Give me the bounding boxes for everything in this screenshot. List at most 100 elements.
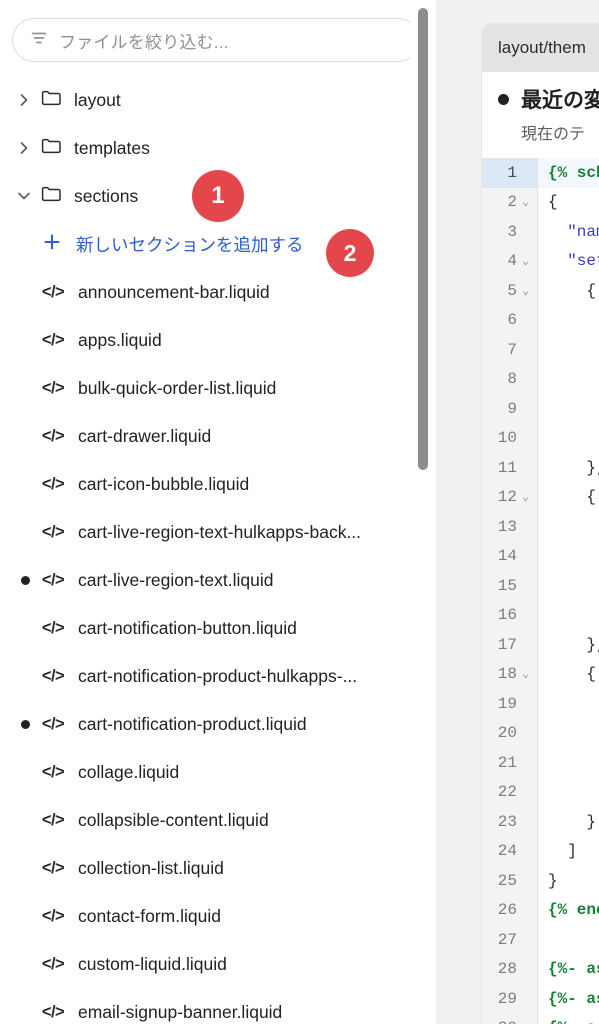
tree-file-item[interactable]: </> announcement-bar.liquid: [0, 268, 436, 316]
editor-card: layout/them 最近の変 現在のテ 1⌄2⌄ 3⌄ 4⌄5⌄ 6⌄ 7⌄ 8⌄ 9⌄…: [482, 24, 599, 1024]
fold-chevron-icon[interactable]: ⌄: [520, 490, 531, 504]
unsaved-changes-dot-icon: [498, 93, 509, 105]
code-line[interactable]: [538, 542, 599, 572]
file-name: cart-notification-button.liquid: [78, 617, 297, 638]
fold-chevron-icon[interactable]: ⌄: [520, 284, 531, 298]
line-number: 5 ⌄: [482, 276, 537, 306]
line-number: 25⌄: [497, 871, 517, 890]
code-file-icon: </>: [41, 282, 65, 301]
line-number: 17⌄: [497, 635, 517, 654]
fold-chevron-icon[interactable]: ⌄: [520, 667, 531, 681]
modified-indicator: [14, 857, 36, 879]
chevron-right-icon[interactable]: [14, 138, 34, 158]
explorer-scrollbar-thumb[interactable]: [418, 8, 428, 470]
code-editor[interactable]: 1⌄2⌄ 3⌄ 4⌄5⌄ 6⌄ 7⌄ 8⌄ 9⌄ 10⌄ 11⌄ 12⌄ 13⌄ 14⌄ 15⌄ 16⌄ 1…: [482, 158, 599, 1024]
code-line[interactable]: {%- as: [538, 955, 599, 985]
code-line[interactable]: [538, 925, 599, 955]
file-name: cart-live-region-text.liquid: [78, 569, 274, 590]
modified-indicator: [14, 425, 36, 447]
modified-indicator: [14, 1001, 36, 1023]
chevron-down-icon[interactable]: [14, 186, 34, 206]
tree-file-item[interactable]: </> apps.liquid: [0, 316, 436, 364]
code-content[interactable]: {% sch{ "nam "set { }, { }, { } ]}{% enc…: [538, 158, 599, 1024]
tree-file-item[interactable]: </> cart-drawer.liquid: [0, 412, 436, 460]
code-line[interactable]: }: [538, 807, 599, 837]
code-line[interactable]: {%- as: [538, 1014, 599, 1024]
code-file-icon: </>: [41, 810, 65, 829]
code-line[interactable]: ]: [538, 837, 599, 867]
tree-file-item[interactable]: </> collapsible-content.liquid: [0, 796, 436, 844]
code-line[interactable]: {: [538, 483, 599, 513]
file-name: cart-drawer.liquid: [78, 425, 212, 446]
line-number: 12 ⌄: [482, 483, 537, 513]
tree-file-item[interactable]: </> cart-icon-bubble.liquid: [0, 460, 436, 508]
code-line[interactable]: [538, 512, 599, 542]
code-line[interactable]: [538, 424, 599, 454]
code-line[interactable]: [538, 365, 599, 395]
code-file-icon: </>: [41, 714, 65, 733]
pane-divider[interactable]: [436, 0, 460, 1024]
tree-file-item[interactable]: </> cart-notification-product-hulkapps-..…: [0, 652, 436, 700]
tab-layout-theme[interactable]: layout/them: [482, 24, 599, 72]
code-line[interactable]: [538, 778, 599, 808]
code-file-icon: </>: [41, 1002, 65, 1021]
filter-icon: [29, 28, 49, 53]
code-line[interactable]: {% sch: [538, 158, 599, 188]
line-number: 10⌄: [497, 429, 517, 448]
code-line[interactable]: }: [538, 866, 599, 896]
code-file-icon: </>: [41, 666, 65, 685]
code-line[interactable]: {: [538, 188, 599, 218]
code-line[interactable]: [538, 689, 599, 719]
code-line[interactable]: [538, 394, 599, 424]
code-line[interactable]: {% enc: [538, 896, 599, 926]
code-line[interactable]: {%- as: [538, 984, 599, 1014]
tree-file-item[interactable]: </> custom-liquid.liquid: [0, 940, 436, 988]
code-line[interactable]: [538, 601, 599, 631]
code-line[interactable]: [538, 306, 599, 336]
line-number: 19⌄: [497, 694, 517, 713]
editor-header: 最近の変 現在のテ: [482, 72, 599, 158]
tree-file-item[interactable]: </> cart-notification-product.liquid: [0, 700, 436, 748]
line-number: 20⌄: [497, 724, 517, 743]
tree-file-item[interactable]: </> cart-live-region-text.liquid: [0, 556, 436, 604]
tree-file-item[interactable]: </> email-signup-banner.liquid: [0, 988, 436, 1024]
file-name: bulk-quick-order-list.liquid: [78, 377, 277, 398]
line-number: 6⌄: [507, 311, 517, 330]
line-number-gutter[interactable]: 1⌄2⌄ 3⌄ 4⌄5⌄ 6⌄ 7⌄ 8⌄ 9⌄ 10⌄ 11⌄ 12⌄ 13⌄ 14⌄ 15⌄ 16⌄ 1…: [482, 158, 538, 1024]
code-line[interactable]: [538, 571, 599, 601]
line-number: 24⌄: [497, 842, 517, 861]
code-file-icon: </>: [41, 906, 65, 925]
code-line[interactable]: {: [538, 660, 599, 690]
modified-indicator: [14, 713, 36, 735]
fold-chevron-icon[interactable]: ⌄: [520, 195, 531, 209]
tree-file-item[interactable]: </> collage.liquid: [0, 748, 436, 796]
fold-chevron-icon[interactable]: ⌄: [520, 254, 531, 268]
line-number: 13⌄: [497, 517, 517, 536]
modified-indicator: [14, 473, 36, 495]
filter-placeholder: ファイルを絞り込む...: [59, 32, 229, 52]
tree-file-item[interactable]: </> cart-notification-button.liquid: [0, 604, 436, 652]
code-line[interactable]: [538, 748, 599, 778]
code-line[interactable]: },: [538, 453, 599, 483]
explorer-scrollbar-track[interactable]: [410, 0, 436, 1024]
tree-file-item[interactable]: </> bulk-quick-order-list.liquid: [0, 364, 436, 412]
chevron-right-icon[interactable]: [14, 90, 34, 110]
file-name: email-signup-banner.liquid: [78, 1001, 283, 1022]
tree-file-item[interactable]: </> contact-form.liquid: [0, 892, 436, 940]
tree-folder-templates[interactable]: templates: [0, 124, 436, 172]
line-number: 9⌄: [507, 399, 517, 418]
code-line[interactable]: },: [538, 630, 599, 660]
line-number: 2 ⌄: [482, 188, 537, 218]
line-number: 4 ⌄: [482, 247, 537, 277]
tree-file-item[interactable]: </> cart-live-region-text-hulkapps-back..…: [0, 508, 436, 556]
code-line[interactable]: "nam: [538, 217, 599, 247]
code-line[interactable]: [538, 335, 599, 365]
code-line[interactable]: {: [538, 276, 599, 306]
tree-file-item[interactable]: </> collection-list.liquid: [0, 844, 436, 892]
plus-icon: [42, 232, 62, 257]
code-line[interactable]: "set: [538, 247, 599, 277]
code-file-icon: </>: [41, 762, 65, 781]
code-line[interactable]: [538, 719, 599, 749]
filter-files-input[interactable]: ファイルを絞り込む...: [12, 18, 420, 62]
tree-folder-layout[interactable]: layout: [0, 76, 436, 124]
